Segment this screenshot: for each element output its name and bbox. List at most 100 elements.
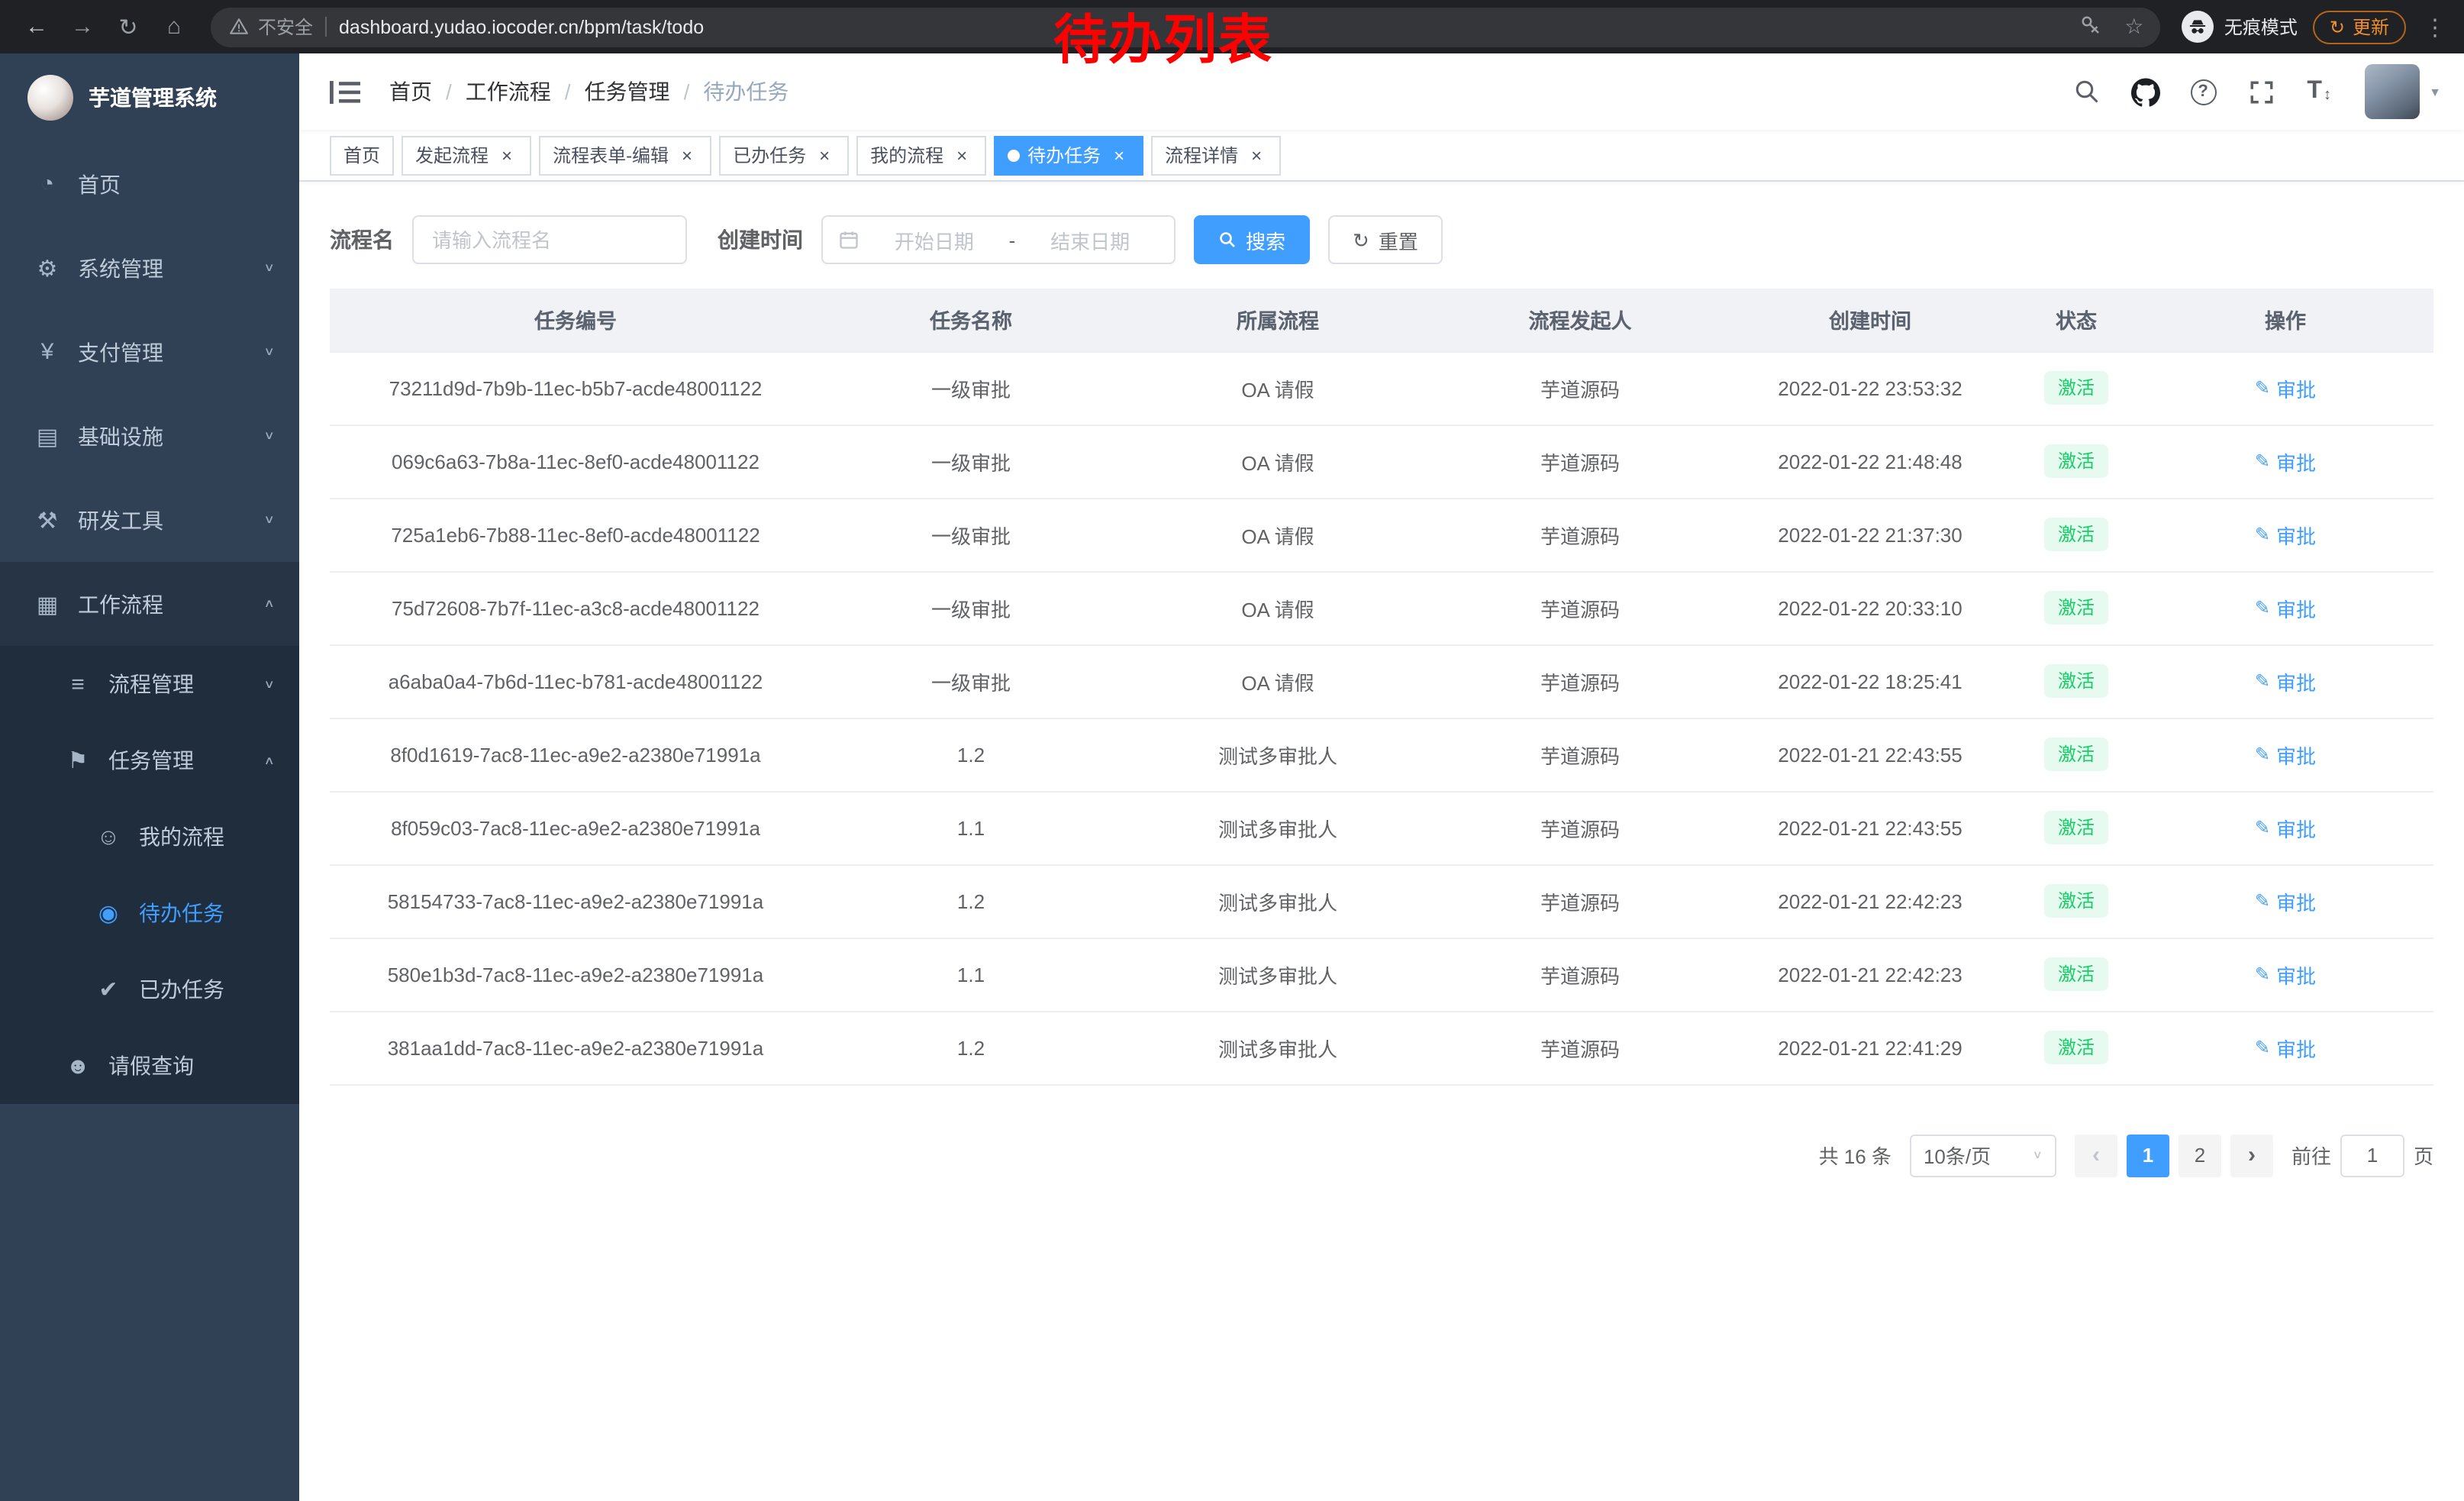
- incognito-icon: [2182, 11, 2214, 43]
- tab-process-form-edit[interactable]: 流程表单-编辑 ×: [539, 135, 711, 175]
- approve-button[interactable]: ✎审批: [2255, 667, 2316, 696]
- prev-page-button[interactable]: ‹: [2075, 1134, 2117, 1177]
- search-submit-button[interactable]: 搜索: [1194, 215, 1310, 264]
- browser-home-button[interactable]: ⌂: [153, 5, 195, 48]
- browser-refresh-button[interactable]: ↻: [107, 5, 150, 48]
- cell-task-name: 一级审批: [821, 498, 1121, 571]
- tab-process-detail[interactable]: 流程详情 ×: [1151, 135, 1281, 175]
- cell-create-time: 2022-01-21 22:43:55: [1725, 791, 2015, 864]
- sidebar-item-task-mgmt[interactable]: ⚑ 任务管理 ∧: [0, 722, 299, 799]
- todo-task-table: 任务编号 任务名称 所属流程 流程发起人 创建时间 状态 操作 73211d9d…: [330, 289, 2433, 1085]
- cell-task-name: 1.1: [821, 791, 1121, 864]
- sidebar-item-infrastructure[interactable]: ▤ 基础设施 ∨: [0, 394, 299, 478]
- tab-my-process[interactable]: 我的流程 ×: [856, 135, 986, 175]
- browser-back-button[interactable]: ←: [15, 5, 58, 48]
- tab-home[interactable]: 首页: [330, 135, 394, 175]
- approve-button[interactable]: ✎审批: [2255, 520, 2316, 549]
- approve-button[interactable]: ✎审批: [2255, 740, 2316, 769]
- site-security-chip[interactable]: 不安全: [229, 14, 313, 40]
- user-avatar-dropdown[interactable]: ▼: [2365, 64, 2441, 119]
- cell-task-name: 1.2: [821, 718, 1121, 791]
- create-time-range-picker[interactable]: 开始日期 - 结束日期: [821, 215, 1176, 264]
- cell-task-id: 58154733-7ac8-11ec-a9e2-a2380e71991a: [330, 864, 821, 938]
- page-size-select[interactable]: 10条/页 ∨: [1910, 1134, 2056, 1177]
- app-logo-link[interactable]: 芋道管理系统: [0, 53, 299, 142]
- approve-button[interactable]: ✎审批: [2255, 886, 2316, 915]
- incognito-profile-chip[interactable]: 无痕模式: [2182, 11, 2298, 43]
- process-name-label: 流程名: [330, 224, 394, 255]
- fullscreen-button[interactable]: [2237, 67, 2285, 116]
- yen-icon: ¥: [31, 339, 64, 365]
- browser-update-button[interactable]: ↻ 更新: [2313, 10, 2406, 44]
- font-size-icon: T↕: [2307, 79, 2331, 104]
- sidebar-item-workflow[interactable]: ▦ 工作流程 ∧: [0, 562, 299, 646]
- cell-create-time: 2022-01-21 22:41:29: [1725, 1011, 2015, 1084]
- help-button[interactable]: ?: [2179, 67, 2227, 116]
- table-row: 725a1eb6-7b88-11ec-8ef0-acde48001122 一级审…: [330, 498, 2433, 571]
- cell-process: 测试多审批人: [1121, 718, 1435, 791]
- breadcrumb-home[interactable]: 首页: [389, 76, 432, 107]
- approve-label: 审批: [2276, 960, 2316, 989]
- close-icon[interactable]: ×: [496, 144, 518, 166]
- pagination: 共 16 条 10条/页 ∨ ‹ 1 2 › 前往 页: [330, 1134, 2433, 1177]
- sidebar-item-leave-query[interactable]: ☻ 请假查询: [0, 1028, 299, 1104]
- sidebar-item-process-mgmt[interactable]: ≡ 流程管理 ∨: [0, 646, 299, 722]
- approve-button[interactable]: ✎审批: [2255, 373, 2316, 402]
- approve-button[interactable]: ✎审批: [2255, 593, 2316, 622]
- sidebar-item-label: 我的流程: [139, 822, 224, 852]
- page-button-2[interactable]: 2: [2179, 1134, 2221, 1177]
- close-icon[interactable]: ×: [814, 144, 835, 166]
- search-button[interactable]: [2062, 67, 2111, 116]
- breadcrumb-task-mgmt[interactable]: 任务管理: [585, 76, 670, 107]
- sidebar-item-done-tasks[interactable]: ✔ 已办任务: [0, 951, 299, 1028]
- gear-icon: ⚙: [31, 254, 64, 282]
- cell-actions: ✎审批: [2137, 571, 2433, 644]
- col-create-time: 创建时间: [1725, 289, 2015, 351]
- sidebar-item-todo-tasks[interactable]: ◉ 待办任务: [0, 875, 299, 951]
- password-key-icon[interactable]: [2075, 13, 2108, 40]
- status-badge: 激活: [2044, 884, 2108, 918]
- sidebar-item-dev-tools[interactable]: ⚒ 研发工具 ∨: [0, 478, 299, 562]
- breadcrumb-workflow[interactable]: 工作流程: [466, 76, 551, 107]
- cell-task-id: 725a1eb6-7b88-11ec-8ef0-acde48001122: [330, 498, 821, 571]
- sidebar-item-my-process[interactable]: ☺ 我的流程: [0, 799, 299, 875]
- cell-task-name: 1.2: [821, 864, 1121, 938]
- sidebar-collapse-button[interactable]: [322, 69, 368, 115]
- approve-button[interactable]: ✎审批: [2255, 447, 2316, 476]
- page-button-1[interactable]: 1: [2127, 1134, 2169, 1177]
- reset-button[interactable]: ↻ 重置: [1328, 215, 1443, 264]
- tab-todo-tasks[interactable]: 待办任务 ×: [994, 135, 1143, 175]
- sidebar-item-system-mgmt[interactable]: ⚙ 系统管理 ∨: [0, 226, 299, 310]
- approve-button[interactable]: ✎审批: [2255, 960, 2316, 989]
- col-status: 状态: [2015, 289, 2137, 351]
- font-size-button[interactable]: T↕: [2295, 67, 2343, 116]
- user-chat-icon: ☺: [92, 824, 125, 850]
- close-icon[interactable]: ×: [1246, 144, 1267, 166]
- sidebar-item-payment-mgmt[interactable]: ¥ 支付管理 ∨: [0, 310, 299, 394]
- browser-forward-button[interactable]: →: [61, 5, 104, 48]
- goto-page-input[interactable]: [2340, 1134, 2404, 1177]
- close-icon[interactable]: ×: [951, 144, 972, 166]
- close-icon[interactable]: ×: [1108, 144, 1130, 166]
- tab-done-tasks[interactable]: 已办任务 ×: [719, 135, 849, 175]
- cell-process: OA 请假: [1121, 644, 1435, 718]
- sidebar-item-home[interactable]: ◔ 首页: [0, 142, 299, 226]
- next-page-button[interactable]: ›: [2230, 1134, 2273, 1177]
- approve-button[interactable]: ✎审批: [2255, 1033, 2316, 1062]
- github-button[interactable]: [2121, 67, 2169, 116]
- cell-initiator: 芋道源码: [1435, 644, 1725, 718]
- status-badge: 激活: [2044, 811, 2108, 844]
- cell-initiator: 芋道源码: [1435, 938, 1725, 1011]
- browser-menu-icon[interactable]: ⋮: [2421, 13, 2449, 40]
- close-icon[interactable]: ×: [676, 144, 698, 166]
- cell-status: 激活: [2015, 791, 2137, 864]
- eye-icon: ◉: [92, 899, 125, 927]
- bookmark-star-icon[interactable]: ☆: [2117, 14, 2151, 40]
- approve-button[interactable]: ✎审批: [2255, 813, 2316, 842]
- tab-start-process[interactable]: 发起流程 ×: [402, 135, 531, 175]
- process-name-input[interactable]: [412, 215, 687, 264]
- sidebar-item-label: 首页: [78, 169, 121, 199]
- cell-status: 激活: [2015, 718, 2137, 791]
- table-row: 73211d9d-7b9b-11ec-b5b7-acde48001122 一级审…: [330, 351, 2433, 424]
- goto-label: 前往: [2291, 1141, 2331, 1170]
